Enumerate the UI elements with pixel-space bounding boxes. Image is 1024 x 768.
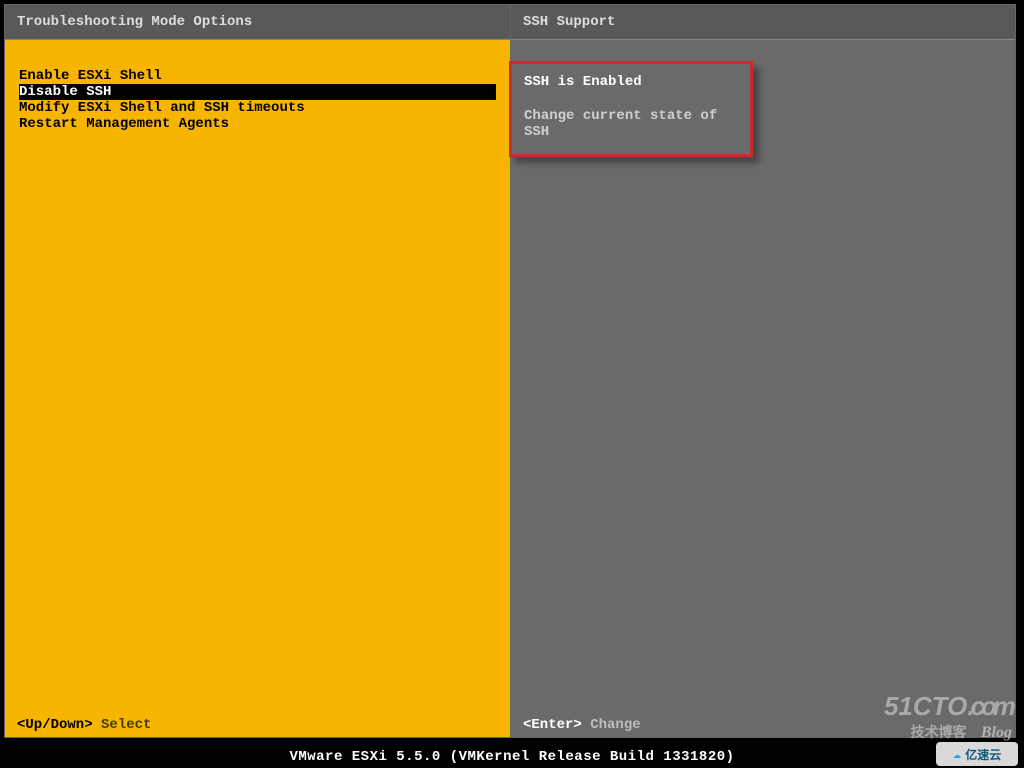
hint-enter-action: Change [590, 717, 640, 733]
hint-enter-key: <Enter> [523, 717, 582, 733]
right-pane-body: SSH is Enabled Change current state of S… [511, 40, 1015, 713]
ssh-detail-highlight: SSH is Enabled Change current state of S… [509, 61, 753, 157]
ssh-change-desc: Change current state of SSH [524, 108, 740, 140]
right-hint-bar: <Enter> Change [511, 713, 1015, 737]
left-pane-title: Troubleshooting Mode Options [5, 5, 510, 40]
right-pane-title: SSH Support [511, 5, 1015, 40]
menu-item-disable-ssh[interactable]: Disable SSH [19, 84, 496, 100]
hint-updown-key: <Up/Down> [17, 717, 93, 733]
status-bar: VMware ESXi 5.5.0 (VMKernel Release Buil… [0, 746, 1024, 768]
menu-item-restart-agents[interactable]: Restart Management Agents [19, 116, 496, 132]
left-pane: Troubleshooting Mode Options Enable ESXi… [5, 5, 511, 737]
panes-container: Troubleshooting Mode Options Enable ESXi… [4, 4, 1016, 738]
menu-item-enable-esxi-shell[interactable]: Enable ESXi Shell [19, 68, 496, 84]
troubleshooting-menu[interactable]: Enable ESXi Shell Disable SSH Modify ESX… [19, 68, 496, 132]
right-pane: SSH Support SSH is Enabled Change curren… [511, 5, 1015, 737]
left-hint-bar: <Up/Down> Select [5, 713, 510, 737]
esxi-dcui-screen: Troubleshooting Mode Options Enable ESXi… [0, 0, 1024, 768]
hint-updown-action: Select [101, 717, 151, 733]
left-pane-body: Enable ESXi Shell Disable SSH Modify ESX… [5, 40, 510, 713]
ssh-status-text: SSH is Enabled [524, 74, 740, 90]
menu-item-modify-timeouts[interactable]: Modify ESXi Shell and SSH timeouts [19, 100, 496, 116]
